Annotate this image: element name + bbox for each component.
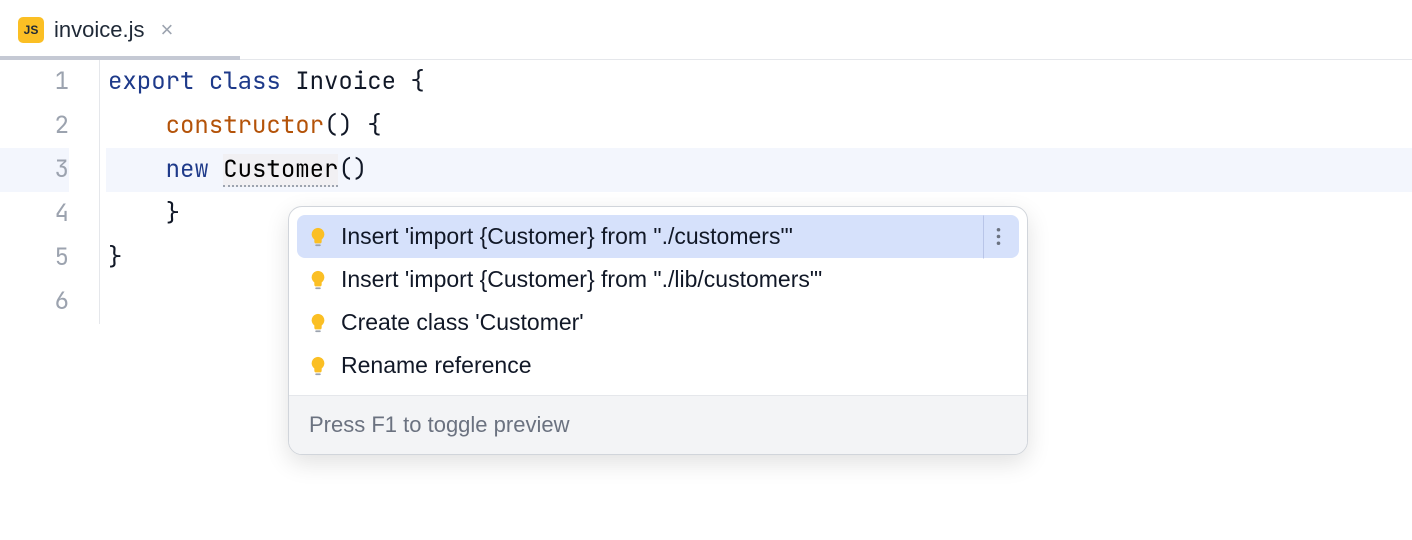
lightbulb-icon xyxy=(307,312,329,334)
tab-bar: JS invoice.js × xyxy=(0,0,1412,60)
lightbulb-icon xyxy=(307,355,329,377)
keyword: export xyxy=(108,66,194,97)
intention-action-item[interactable]: Insert 'import {Customer} from "./lib/cu… xyxy=(297,258,1019,301)
intention-action-item[interactable]: Insert 'import {Customer} from "./custom… xyxy=(297,215,1019,258)
code-text: } xyxy=(108,198,180,229)
intention-actions-popup: Insert 'import {Customer} from "./custom… xyxy=(288,206,1028,455)
code-line[interactable]: export class Invoice { xyxy=(106,60,1412,104)
code-text: () { xyxy=(324,110,382,141)
intention-label: Insert 'import {Customer} from "./lib/cu… xyxy=(341,266,822,293)
line-number: 1 xyxy=(0,60,69,104)
intention-action-item[interactable]: Create class 'Customer' xyxy=(297,301,1019,344)
js-file-icon: JS xyxy=(18,17,44,43)
intention-label: Insert 'import {Customer} from "./custom… xyxy=(341,223,793,250)
code-indent xyxy=(108,110,166,141)
more-options-icon[interactable] xyxy=(983,215,1013,258)
code-text: () xyxy=(338,154,367,185)
line-number: 4 xyxy=(0,192,69,236)
class-name: Invoice xyxy=(295,66,396,97)
intention-action-item[interactable]: Rename reference xyxy=(297,344,1019,387)
lightbulb-icon xyxy=(307,269,329,291)
line-number-gutter: 1 2 3 4 5 6 xyxy=(0,60,100,324)
intention-label: Create class 'Customer' xyxy=(341,309,584,336)
close-icon[interactable]: × xyxy=(160,19,173,41)
keyword: class xyxy=(209,66,281,97)
code-text: } xyxy=(108,242,122,273)
function-name: constructor xyxy=(166,110,324,141)
popup-footer-hint: Press F1 to toggle preview xyxy=(289,395,1027,454)
unresolved-reference[interactable]: Customer xyxy=(223,154,338,187)
keyword: new xyxy=(166,154,209,185)
line-number: 3 xyxy=(0,148,69,192)
code-line-active[interactable]: new Customer() xyxy=(106,148,1412,192)
lightbulb-icon xyxy=(307,226,329,248)
line-number: 5 xyxy=(0,236,69,280)
intention-label: Rename reference xyxy=(341,352,532,379)
code-line[interactable]: constructor() { xyxy=(106,104,1412,148)
popup-items-list: Insert 'import {Customer} from "./custom… xyxy=(289,207,1027,395)
tab-title: invoice.js xyxy=(54,17,144,43)
line-number: 2 xyxy=(0,104,69,148)
line-number: 6 xyxy=(0,280,69,324)
code-text: { xyxy=(396,66,425,97)
editor-tab[interactable]: JS invoice.js × xyxy=(0,0,191,59)
code-indent xyxy=(108,154,166,185)
